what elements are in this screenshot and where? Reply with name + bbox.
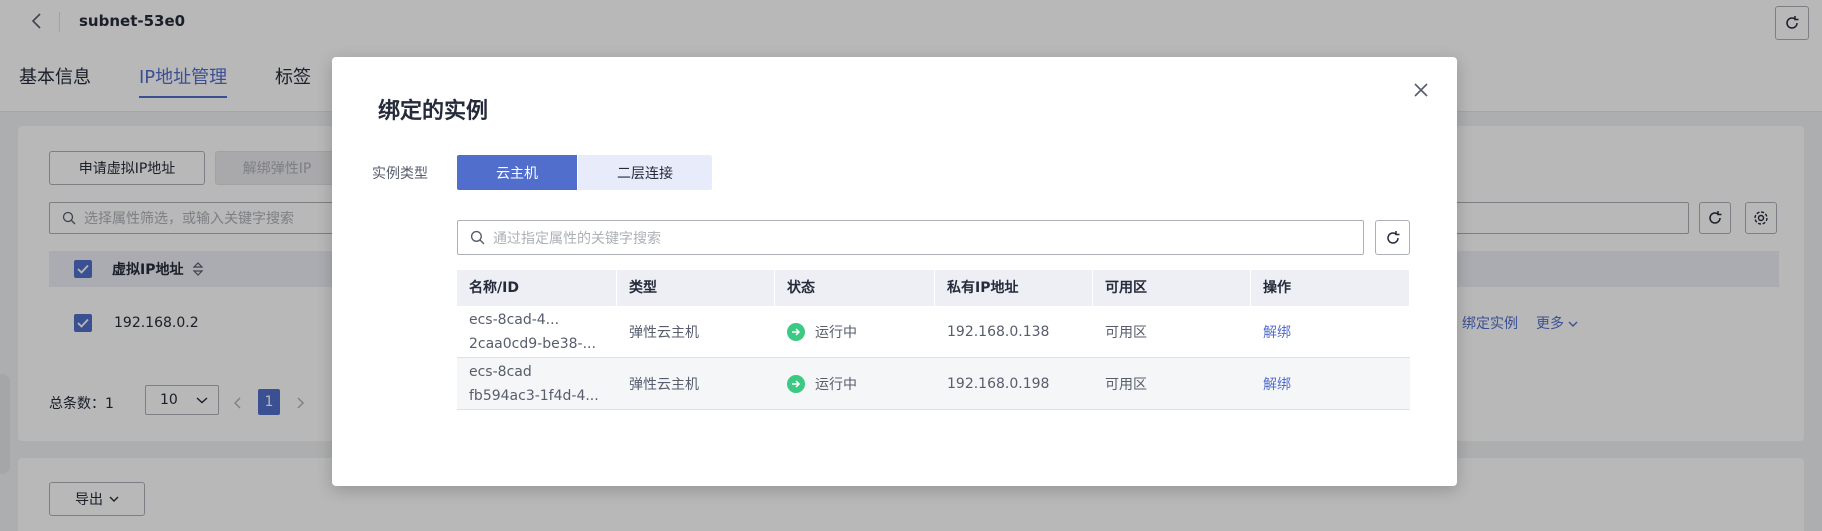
action-cell: 解绑 <box>1251 358 1410 409</box>
instance-name: ecs-8cad-4... <box>469 311 560 328</box>
status-text: 运行中 <box>815 376 857 393</box>
dialog-search-input[interactable]: 通过指定属性的关键字搜索 <box>457 220 1364 255</box>
instance-id: fb594ac3-1f4d-4... <box>469 387 599 404</box>
instance-id: 2caa0cd9-be38-... <box>469 335 596 352</box>
zone-cell: 可用区 <box>1105 324 1147 341</box>
instances-table-header: 名称/ID 类型 状态 私有IP地址 可用区 操作 <box>457 270 1410 306</box>
unbind-link[interactable]: 解绑 <box>1263 322 1410 342</box>
running-icon <box>787 322 805 341</box>
type-cell: 弹性云主机 <box>629 376 699 393</box>
segment-layer2-connection[interactable]: 二层连接 <box>578 155 712 190</box>
column-zone: 可用区 <box>1093 270 1251 306</box>
dialog-title: 绑定的实例 <box>378 99 489 124</box>
status-cell: 运行中 <box>775 358 935 409</box>
status-text: 运行中 <box>815 324 857 341</box>
instance-name: ecs-8cad <box>469 363 532 380</box>
name-id-cell: ecs-8cad fb594ac3-1f4d-4... <box>457 358 617 409</box>
bound-instances-dialog: 绑定的实例 实例类型 云主机 二层连接 通过指定属性的关键字搜索 名称/ID 类… <box>332 57 1457 486</box>
refresh-icon <box>1386 230 1399 244</box>
close-icon[interactable] <box>1410 79 1432 101</box>
table-row: ecs-8cad fb594ac3-1f4d-4... 弹性云主机 运行中 19… <box>457 358 1410 410</box>
status-cell: 运行中 <box>775 306 935 357</box>
column-name-id: 名称/ID <box>457 270 617 306</box>
private-ip-cell: 192.168.0.138 <box>947 323 1050 340</box>
dialog-refresh-button[interactable] <box>1375 220 1410 255</box>
private-ip-cell: 192.168.0.198 <box>947 375 1050 392</box>
search-icon <box>470 230 485 245</box>
type-cell: 弹性云主机 <box>629 324 699 341</box>
name-id-cell: ecs-8cad-4... 2caa0cd9-be38-... <box>457 306 617 357</box>
action-cell: 解绑 <box>1251 306 1410 357</box>
instance-type-label: 实例类型 <box>372 166 428 182</box>
dialog-search-placeholder: 通过指定属性的关键字搜索 <box>493 230 661 247</box>
segment-cloud-server[interactable]: 云主机 <box>457 155 577 190</box>
running-icon <box>787 374 805 393</box>
unbind-link[interactable]: 解绑 <box>1263 374 1410 394</box>
column-type: 类型 <box>617 270 775 306</box>
table-row: ecs-8cad-4... 2caa0cd9-be38-... 弹性云主机 运行… <box>457 306 1410 358</box>
column-private-ip: 私有IP地址 <box>935 270 1093 306</box>
zone-cell: 可用区 <box>1105 376 1147 393</box>
column-status: 状态 <box>775 270 935 306</box>
column-action: 操作 <box>1251 270 1410 306</box>
instances-table: 名称/ID 类型 状态 私有IP地址 可用区 操作 ecs-8cad-4... … <box>457 270 1410 410</box>
